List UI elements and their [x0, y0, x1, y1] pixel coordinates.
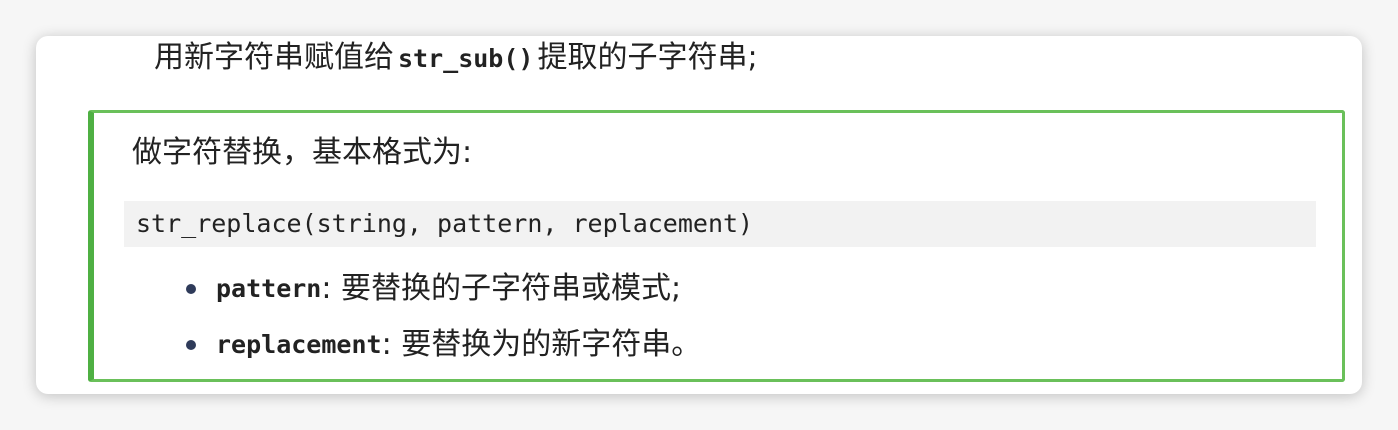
code-block: str_replace(string, pattern, replacement…: [124, 201, 1316, 247]
intro-suffix: 提取的子字符串;: [537, 40, 758, 75]
inline-code-str-sub: str_sub(): [398, 44, 534, 73]
document-card: 用新字符串赋值给 str_sub() 提取的子字符串; 做字符替换，基本格式为: s…: [36, 36, 1362, 394]
param-term: replacement: [216, 330, 382, 359]
param-description: : 要替换为的新字符串。: [381, 327, 702, 362]
note-title: 做字符替换，基本格式为:: [132, 135, 473, 170]
param-description: : 要替换的子字符串或模式;: [321, 271, 682, 306]
note-box: 做字符替换，基本格式为: str_replace(string, pattern…: [88, 110, 1345, 382]
bullet-dot-icon: [186, 284, 196, 294]
intro-prefix: 用新字符串赋值给: [154, 40, 394, 75]
intro-line: 用新字符串赋值给 str_sub() 提取的子字符串;: [154, 38, 758, 79]
list-item: pattern : 要替换的子字符串或模式;: [186, 269, 701, 309]
parameter-list: pattern : 要替换的子字符串或模式; replacement : 要替换…: [186, 269, 701, 381]
list-item: replacement : 要替换为的新字符串。: [186, 325, 701, 365]
param-term: pattern: [216, 274, 322, 303]
bullet-dot-icon: [186, 340, 196, 350]
